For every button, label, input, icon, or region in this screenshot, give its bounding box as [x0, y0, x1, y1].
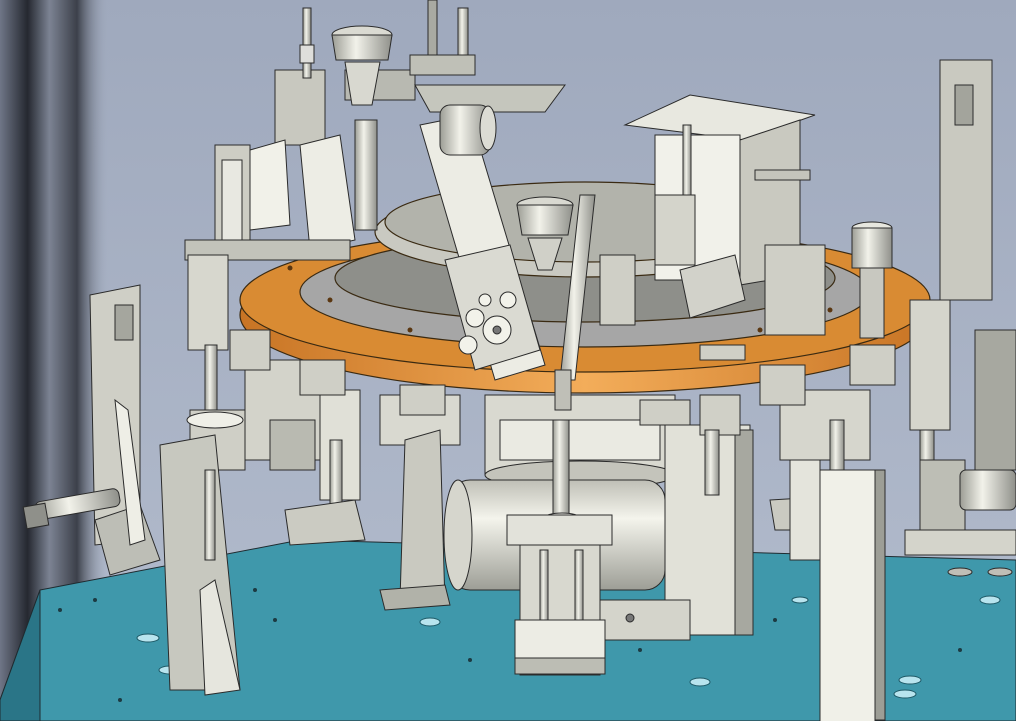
machine-assembly-drawing	[0, 0, 1016, 721]
cad-render-viewport	[0, 0, 1016, 721]
